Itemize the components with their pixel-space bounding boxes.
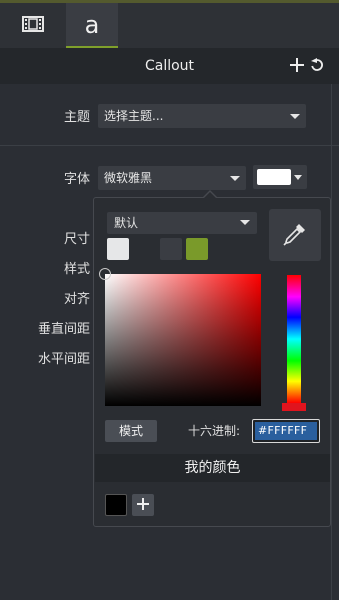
add-icon[interactable]: [288, 56, 306, 74]
panel-header: Callout: [0, 48, 339, 84]
align-label: 对齐: [63, 292, 90, 307]
font-label: 字体: [63, 172, 90, 187]
eyedropper-button[interactable]: [269, 209, 321, 261]
hex-input[interactable]: #FFFFFF: [252, 419, 320, 443]
saturation-value-field[interactable]: [99, 268, 261, 406]
theme-dropdown-value: 选择主题...: [104, 109, 164, 123]
line-spacing-label: 垂直间距: [37, 322, 90, 337]
chevron-down-icon: [290, 114, 300, 119]
hue-slider-handle[interactable]: [282, 403, 306, 411]
color-preset-value: 默认: [114, 216, 139, 230]
style-label: 样式: [63, 262, 90, 277]
char-spacing-label: 水平间距: [37, 352, 90, 367]
my-colors-header: 我的颜色: [95, 454, 330, 482]
popup-arrow-fill: [203, 192, 217, 199]
chevron-down-icon: [294, 175, 302, 180]
eyedropper-icon: [282, 221, 308, 250]
hue-slider[interactable]: [287, 275, 301, 403]
font-dropdown[interactable]: 微软雅黑: [98, 166, 246, 190]
preset-swatch-green[interactable]: [186, 238, 208, 260]
mode-button[interactable]: 模式: [105, 420, 157, 442]
chevron-down-icon: [240, 220, 250, 225]
color-field-handle[interactable]: [99, 268, 111, 280]
film-icon: [22, 15, 44, 36]
plus-icon: [136, 497, 150, 514]
preset-swatch-dark[interactable]: [160, 238, 182, 260]
panel-edge: [331, 84, 332, 600]
font-color-swatch: [257, 169, 291, 185]
hex-label: 十六进制:: [188, 424, 241, 438]
preset-swatch-light[interactable]: [107, 238, 129, 260]
color-preset-dropdown[interactable]: 默认: [107, 212, 257, 234]
color-picker-popup: 默认 模式 十六进制: #FFFFFF 我的颜色: [93, 190, 331, 527]
size-label: 尺寸: [63, 232, 90, 247]
tab-media[interactable]: [0, 3, 66, 48]
my-color-swatch[interactable]: [105, 494, 127, 516]
tab-annotations[interactable]: a: [66, 3, 118, 48]
hex-input-value: #FFFFFF: [255, 422, 317, 440]
reset-icon[interactable]: [309, 57, 325, 73]
chevron-down-icon: [230, 176, 240, 181]
font-color-button[interactable]: [253, 165, 307, 189]
add-color-button[interactable]: [132, 494, 154, 516]
theme-dropdown[interactable]: 选择主题...: [98, 104, 306, 128]
tab-bar: a: [0, 3, 339, 48]
font-dropdown-value: 微软雅黑: [104, 171, 153, 185]
theme-label: 主题: [63, 110, 90, 125]
tab-annotations-label: a: [84, 10, 100, 39]
section-divider: [0, 145, 339, 146]
